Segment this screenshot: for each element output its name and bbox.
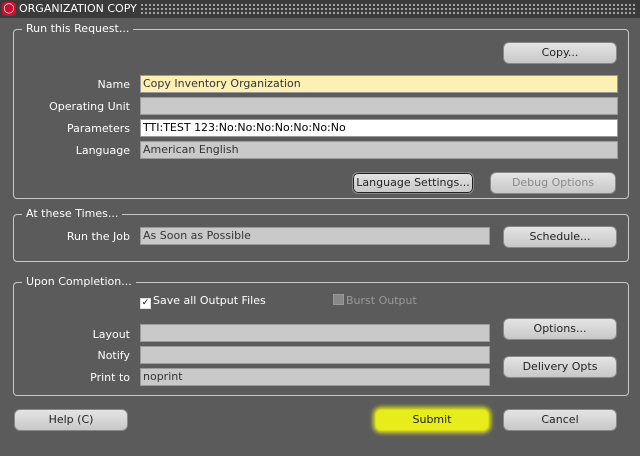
checkbox-empty-icon bbox=[333, 294, 344, 305]
submit-button[interactable]: Submit bbox=[375, 409, 489, 431]
run-request-title: Run this Request... bbox=[22, 22, 134, 35]
title-bar[interactable]: ◯ ORGANIZATION COPY bbox=[0, 0, 640, 18]
name-field[interactable]: Copy Inventory Organization bbox=[140, 75, 618, 93]
schedule-title: At these Times... bbox=[22, 207, 123, 220]
debug-options-button[interactable]: Debug Options bbox=[490, 172, 616, 194]
layout-field[interactable] bbox=[140, 324, 490, 342]
burst-output-label: Burst Output bbox=[346, 294, 417, 307]
parameters-field[interactable]: TTI:TEST 123:No:No:No:No:No:No:No bbox=[140, 119, 618, 137]
operating-unit-label: Operating Unit bbox=[49, 100, 130, 113]
print-to-label: Print to bbox=[90, 371, 130, 384]
completion-title: Upon Completion... bbox=[22, 275, 136, 288]
notify-field[interactable] bbox=[140, 346, 490, 364]
window-title: ORGANIZATION COPY bbox=[19, 2, 141, 15]
language-field[interactable]: American English bbox=[140, 141, 618, 159]
parameters-label: Parameters bbox=[67, 122, 130, 135]
options-button[interactable]: Options... bbox=[503, 318, 617, 340]
run-job-label: Run the Job bbox=[66, 230, 130, 243]
operating-unit-field[interactable] bbox=[140, 97, 618, 115]
burst-output-checkbox[interactable]: Burst Output bbox=[333, 294, 417, 307]
schedule-button[interactable]: Schedule... bbox=[503, 226, 617, 248]
layout-label: Layout bbox=[92, 328, 130, 341]
check-icon: ✓ bbox=[140, 298, 151, 309]
run-job-field[interactable]: As Soon as Possible bbox=[140, 227, 490, 245]
name-label: Name bbox=[97, 78, 130, 91]
language-settings-button[interactable]: Language Settings... bbox=[352, 172, 474, 194]
title-bar-grip bbox=[140, 3, 636, 15]
oracle-logo-icon: ◯ bbox=[2, 2, 16, 16]
save-output-checkbox[interactable]: ✓ Save all Output Files bbox=[140, 294, 266, 309]
notify-label: Notify bbox=[97, 349, 130, 362]
print-to-field[interactable]: noprint bbox=[140, 368, 490, 386]
cancel-button[interactable]: Cancel bbox=[503, 409, 617, 431]
copy-button[interactable]: Copy... bbox=[503, 42, 617, 64]
delivery-opts-button[interactable]: Delivery Opts bbox=[503, 356, 617, 378]
language-label: Language bbox=[75, 144, 130, 157]
help-button[interactable]: Help (C) bbox=[14, 409, 128, 431]
save-output-label: Save all Output Files bbox=[153, 294, 266, 307]
